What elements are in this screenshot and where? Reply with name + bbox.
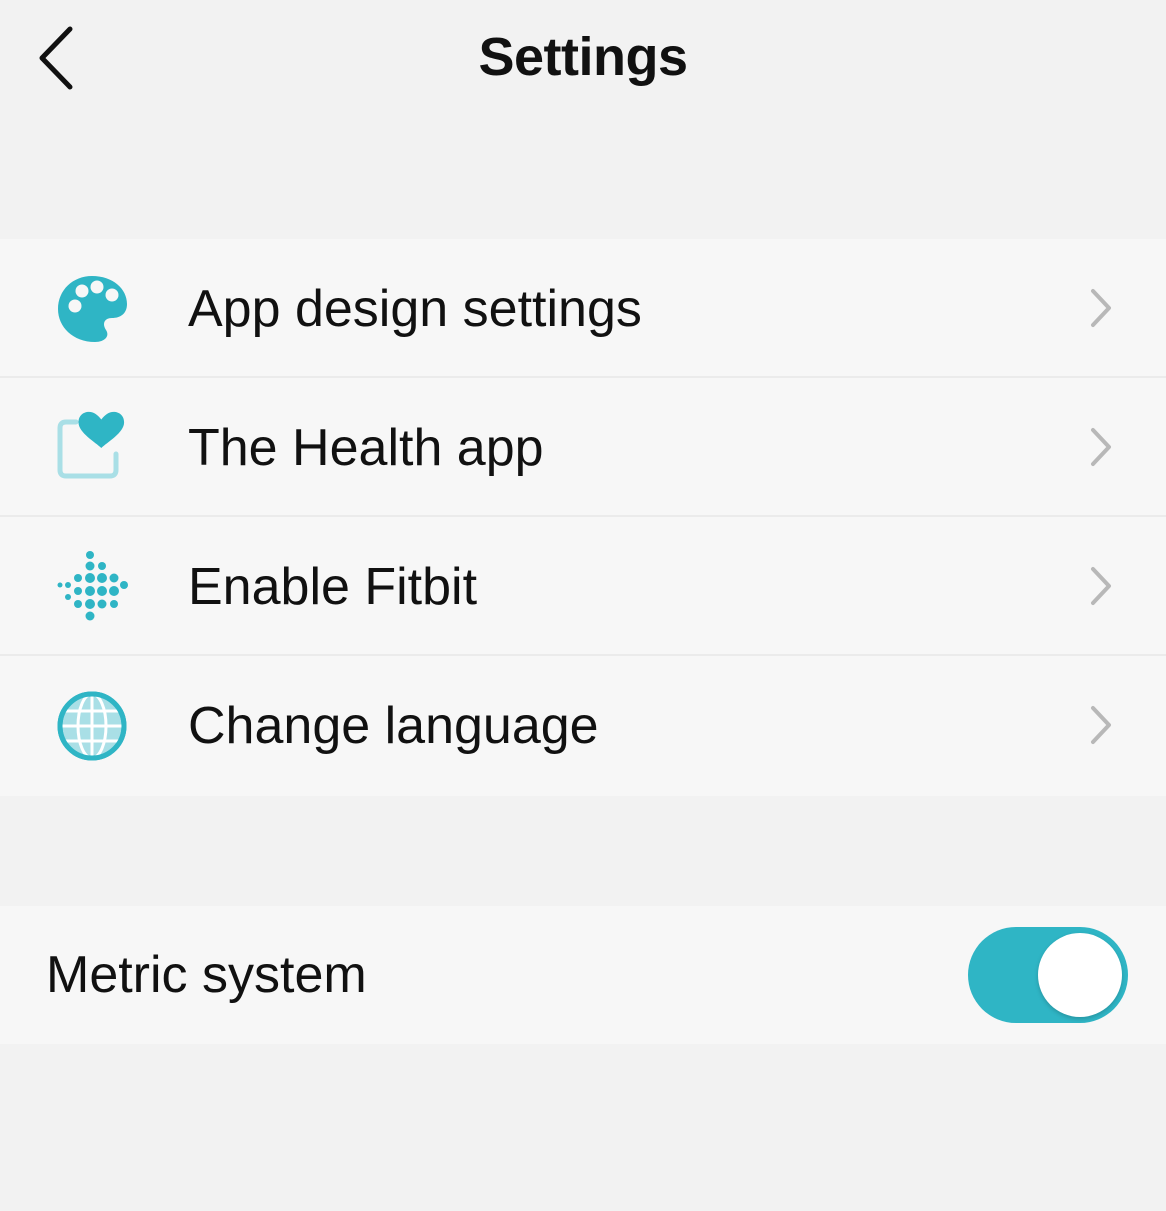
chevron-right-icon: [1091, 567, 1111, 605]
settings-list: App design settings The Health app Enabl…: [0, 239, 1166, 796]
settings-item-label: App design settings: [188, 280, 642, 338]
settings-item-app-design[interactable]: App design settings: [0, 239, 1166, 378]
metric-system-label: Metric system: [46, 946, 367, 1004]
page-title: Settings: [478, 27, 688, 87]
metric-system-toggle[interactable]: [968, 927, 1128, 1023]
fitbit-icon: [54, 549, 130, 625]
chevron-right-icon: [1091, 706, 1111, 744]
health-app-icon: [54, 410, 130, 486]
settings-item-label: Change language: [188, 697, 599, 755]
settings-item-label: The Health app: [188, 419, 544, 477]
palette-icon: [54, 271, 130, 347]
metric-system-row: Metric system: [0, 906, 1166, 1044]
globe-icon: [54, 688, 130, 764]
settings-item-language[interactable]: Change language: [0, 656, 1166, 796]
nav-bar: Settings: [0, 0, 1166, 120]
chevron-right-icon: [1091, 289, 1111, 327]
toggle-knob: [1038, 933, 1122, 1017]
chevron-right-icon: [1091, 428, 1111, 466]
settings-item-health-app[interactable]: The Health app: [0, 378, 1166, 517]
settings-item-label: Enable Fitbit: [188, 558, 478, 616]
settings-item-fitbit[interactable]: Enable Fitbit: [0, 517, 1166, 656]
